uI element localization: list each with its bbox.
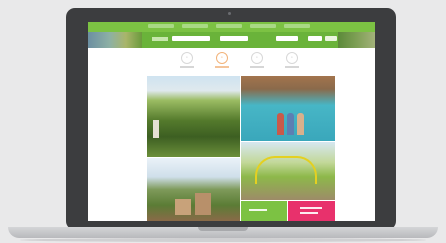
search-label [152, 37, 168, 41]
date-field[interactable] [220, 36, 248, 41]
event-icon: ◦ [286, 52, 298, 64]
family-icon: ◦ [216, 52, 228, 64]
guests-field[interactable] [276, 36, 298, 41]
laptop-notch [198, 227, 248, 231]
person [297, 113, 304, 135]
nav-item[interactable] [250, 24, 276, 28]
search-bar [88, 32, 375, 48]
photo-pool[interactable] [241, 76, 335, 141]
header-photo [338, 32, 375, 48]
filter-field[interactable] [308, 36, 322, 41]
category-label [180, 66, 194, 68]
search-button[interactable] [325, 36, 337, 41]
category-family[interactable]: ◦ [213, 52, 231, 68]
climbing-frame [255, 156, 317, 184]
category-label [215, 66, 229, 68]
photo-playground[interactable] [241, 142, 335, 200]
laptop-shadow [20, 238, 426, 242]
house [175, 199, 191, 215]
nav-item[interactable] [182, 24, 208, 28]
nav-item[interactable] [216, 24, 242, 28]
house [195, 193, 211, 215]
webcam [228, 12, 231, 15]
category-label [250, 66, 264, 68]
promo-tile-pink[interactable] [288, 201, 335, 221]
promo-tile-green[interactable] [241, 201, 287, 221]
category-row: ◦ ◦ ◦ ◦ [178, 52, 301, 68]
site-header [88, 22, 375, 32]
nav-item[interactable] [148, 24, 174, 28]
tile-text [249, 209, 267, 211]
tile-text [300, 212, 318, 214]
church-tower [153, 120, 159, 138]
photo-village[interactable] [147, 158, 240, 221]
header-photo [88, 32, 142, 48]
person [287, 113, 294, 135]
category-walk[interactable]: ◦ [178, 52, 196, 68]
category-event[interactable]: ◦ [283, 52, 301, 68]
person [277, 113, 284, 135]
walk-icon: ◦ [181, 52, 193, 64]
nav-item[interactable] [284, 24, 310, 28]
search-field[interactable] [172, 36, 210, 41]
category-label [285, 66, 299, 68]
laptop-screen: ◦ ◦ ◦ ◦ [88, 22, 375, 221]
top-nav [148, 24, 310, 28]
leisure-icon: ◦ [251, 52, 263, 64]
photo-hills[interactable] [147, 76, 240, 157]
category-leisure[interactable]: ◦ [248, 52, 266, 68]
tile-text [300, 207, 322, 209]
